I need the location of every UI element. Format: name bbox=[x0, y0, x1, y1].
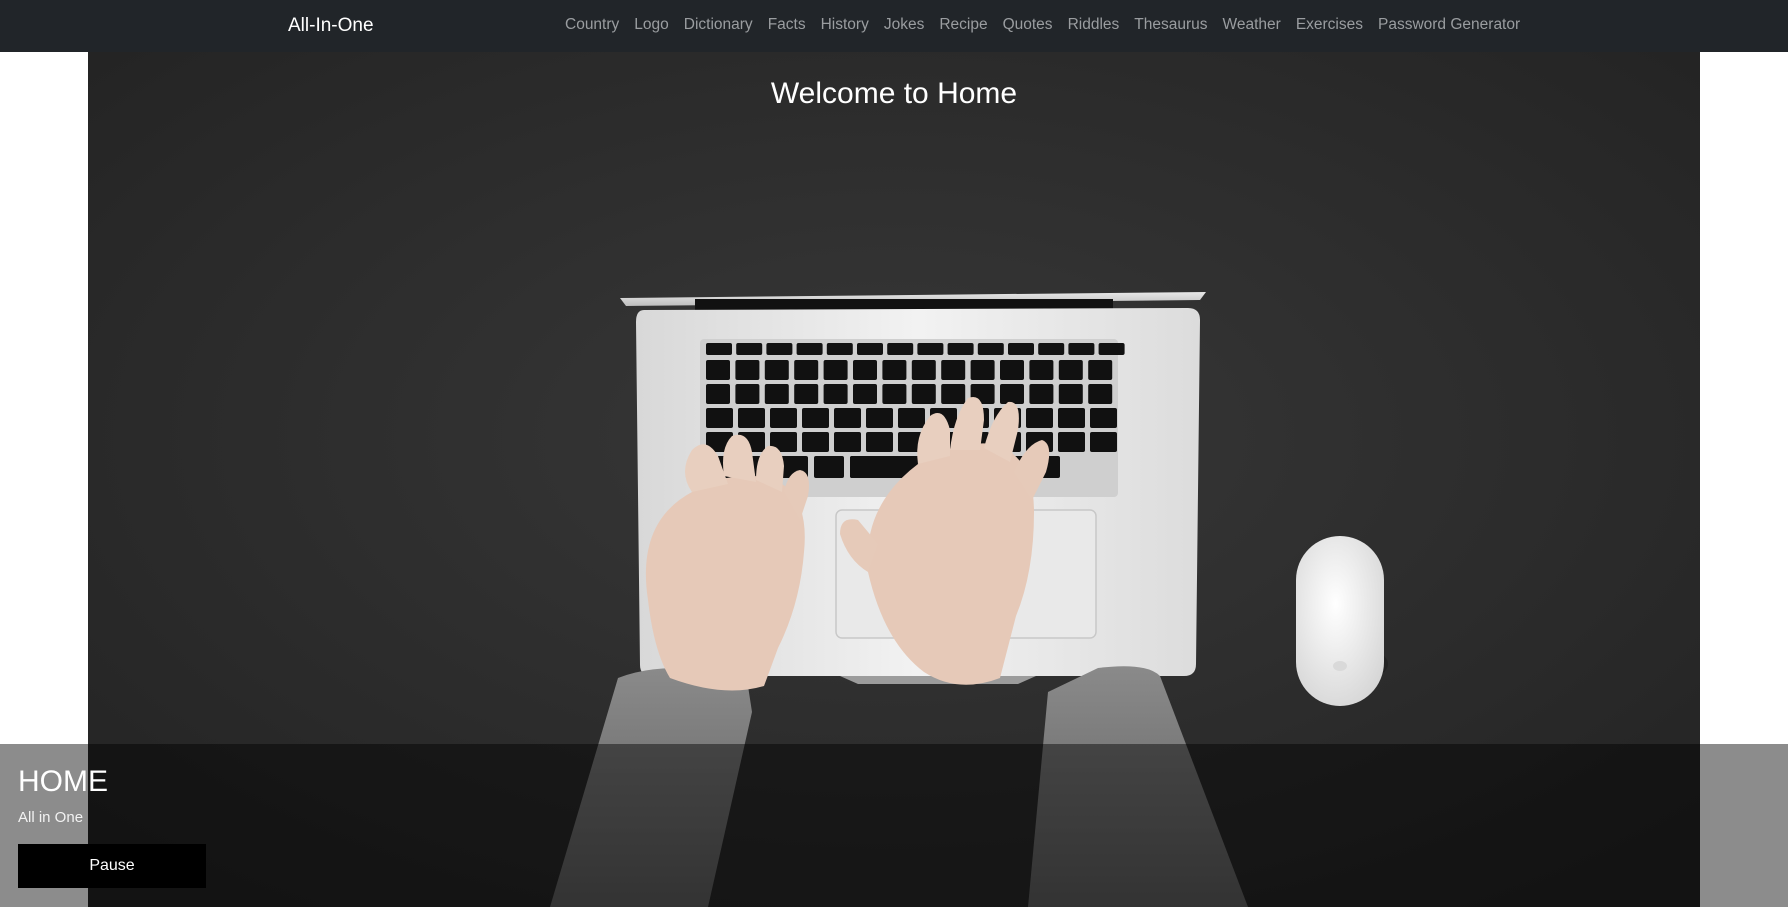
keyboard-key bbox=[764, 384, 789, 404]
keyboard-key bbox=[1058, 432, 1085, 452]
keyboard-key bbox=[802, 432, 829, 452]
keyboard-key bbox=[706, 408, 733, 428]
keyboard-key bbox=[735, 384, 760, 404]
keyboard-key bbox=[796, 343, 823, 355]
keyboard-key bbox=[706, 343, 732, 355]
keyboard-key bbox=[834, 432, 861, 452]
nav-link-password-generator[interactable]: Password Generator bbox=[1378, 16, 1520, 33]
keyboard-key bbox=[882, 384, 907, 404]
keyboard-key bbox=[1029, 360, 1054, 380]
keyboard-key bbox=[853, 384, 877, 404]
keyboard-key bbox=[736, 343, 763, 355]
keyboard-key bbox=[1058, 360, 1083, 380]
nav-link-riddles[interactable]: Riddles bbox=[1068, 16, 1120, 33]
keyboard-key bbox=[911, 360, 936, 380]
mouse bbox=[1296, 536, 1388, 706]
pause-button[interactable]: Pause bbox=[18, 844, 206, 888]
keyboard-key bbox=[1058, 408, 1085, 428]
keyboard-key bbox=[1058, 384, 1083, 404]
keyboard-key bbox=[1008, 343, 1034, 355]
carousel-caption: HOME All in One Pause bbox=[0, 744, 1788, 907]
nav-link-weather[interactable]: Weather bbox=[1223, 16, 1281, 33]
keyboard-key bbox=[941, 384, 966, 404]
keyboard-key bbox=[866, 432, 893, 452]
nav-link-logo[interactable]: Logo bbox=[634, 16, 668, 33]
keyboard-key bbox=[882, 360, 907, 380]
keyboard-key bbox=[977, 343, 1004, 355]
nav-link-exercises[interactable]: Exercises bbox=[1296, 16, 1363, 33]
keyboard-key bbox=[1038, 343, 1065, 355]
keyboard-key bbox=[770, 408, 797, 428]
brand-logo-link[interactable]: All-In-One bbox=[288, 14, 374, 38]
keyboard-key bbox=[735, 360, 760, 380]
keyboard-key bbox=[764, 360, 789, 380]
keyboard-key bbox=[1000, 384, 1024, 404]
nav-link-quotes[interactable]: Quotes bbox=[1003, 16, 1053, 33]
keyboard-key bbox=[1090, 432, 1117, 452]
keyboard-key bbox=[738, 408, 765, 428]
keyboard-key bbox=[826, 343, 853, 355]
nav-link-dictionary[interactable]: Dictionary bbox=[684, 16, 753, 33]
keyboard-key bbox=[794, 360, 819, 380]
keyboard-key bbox=[802, 408, 829, 428]
keyboard-key bbox=[1088, 360, 1113, 380]
keyboard-key bbox=[853, 360, 877, 380]
keyboard-key bbox=[917, 343, 944, 355]
keyboard-key bbox=[866, 408, 893, 428]
caption-title: HOME bbox=[18, 765, 108, 798]
keyboard-key bbox=[947, 343, 974, 355]
keyboard-key bbox=[887, 343, 914, 355]
keyboard-key bbox=[834, 408, 861, 428]
keyboard-key bbox=[911, 384, 936, 404]
keyboard-key bbox=[1098, 343, 1125, 355]
top-navbar: All-In-One Country Logo Dictionary Facts… bbox=[0, 0, 1788, 52]
keyboard-key bbox=[898, 408, 925, 428]
nav-link-jokes[interactable]: Jokes bbox=[884, 16, 925, 33]
nav-link-recipe[interactable]: Recipe bbox=[939, 16, 987, 33]
nav-links: Country Logo Dictionary Facts History Jo… bbox=[565, 15, 1520, 35]
keyboard-key bbox=[941, 360, 966, 380]
keyboard-key bbox=[1000, 360, 1024, 380]
keyboard-key bbox=[1088, 384, 1113, 404]
keyboard-key bbox=[794, 384, 819, 404]
keyboard-key bbox=[1026, 408, 1053, 428]
keyboard-key bbox=[814, 456, 844, 478]
nav-link-facts[interactable]: Facts bbox=[768, 16, 806, 33]
hero-title: Welcome to Home bbox=[770, 77, 1018, 110]
keyboard-key bbox=[857, 343, 883, 355]
nav-link-country[interactable]: Country bbox=[565, 16, 619, 33]
keyboard-key bbox=[1090, 408, 1117, 428]
keyboard-key bbox=[706, 360, 730, 380]
keyboard-key bbox=[1029, 384, 1054, 404]
keyboard-key bbox=[706, 384, 730, 404]
nav-link-thesaurus[interactable]: Thesaurus bbox=[1134, 16, 1207, 33]
keyboard-key bbox=[823, 360, 848, 380]
keyboard-key bbox=[766, 343, 793, 355]
keyboard-key bbox=[970, 360, 995, 380]
caption-subtitle: All in One bbox=[18, 809, 84, 826]
keyboard-key bbox=[1068, 343, 1095, 355]
nav-link-history[interactable]: History bbox=[821, 16, 869, 33]
keyboard-key bbox=[823, 384, 848, 404]
